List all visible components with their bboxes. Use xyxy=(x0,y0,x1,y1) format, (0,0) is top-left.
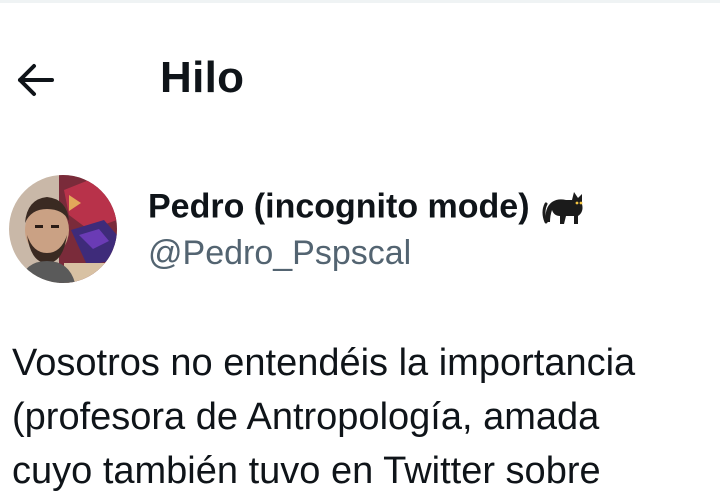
display-name-text: Pedro (incognito mode) xyxy=(148,187,530,226)
arrow-left-icon xyxy=(18,64,54,96)
tweet-text: Vosotros no entendéis la importancia (pr… xyxy=(12,336,720,498)
tweet-line: Vosotros no entendéis la importancia xyxy=(12,342,636,384)
back-button[interactable] xyxy=(6,50,66,110)
tweet-author: Pedro (incognito mode) @Pedro_Pspscal xyxy=(0,170,720,290)
page-title: Hilo xyxy=(160,53,245,102)
display-name[interactable]: Pedro (incognito mode) xyxy=(148,182,588,235)
tweet-line: (profesora de Antropología, amada xyxy=(12,396,600,438)
user-handle[interactable]: @Pedro_Pspscal xyxy=(148,234,411,273)
avatar[interactable] xyxy=(9,175,117,283)
thread-header: Hilo xyxy=(0,8,720,128)
top-divider xyxy=(0,0,720,3)
black-cat-emoji-icon xyxy=(540,182,588,235)
tweet-line: cuyo también tuvo en Twitter sobre xyxy=(12,450,601,492)
